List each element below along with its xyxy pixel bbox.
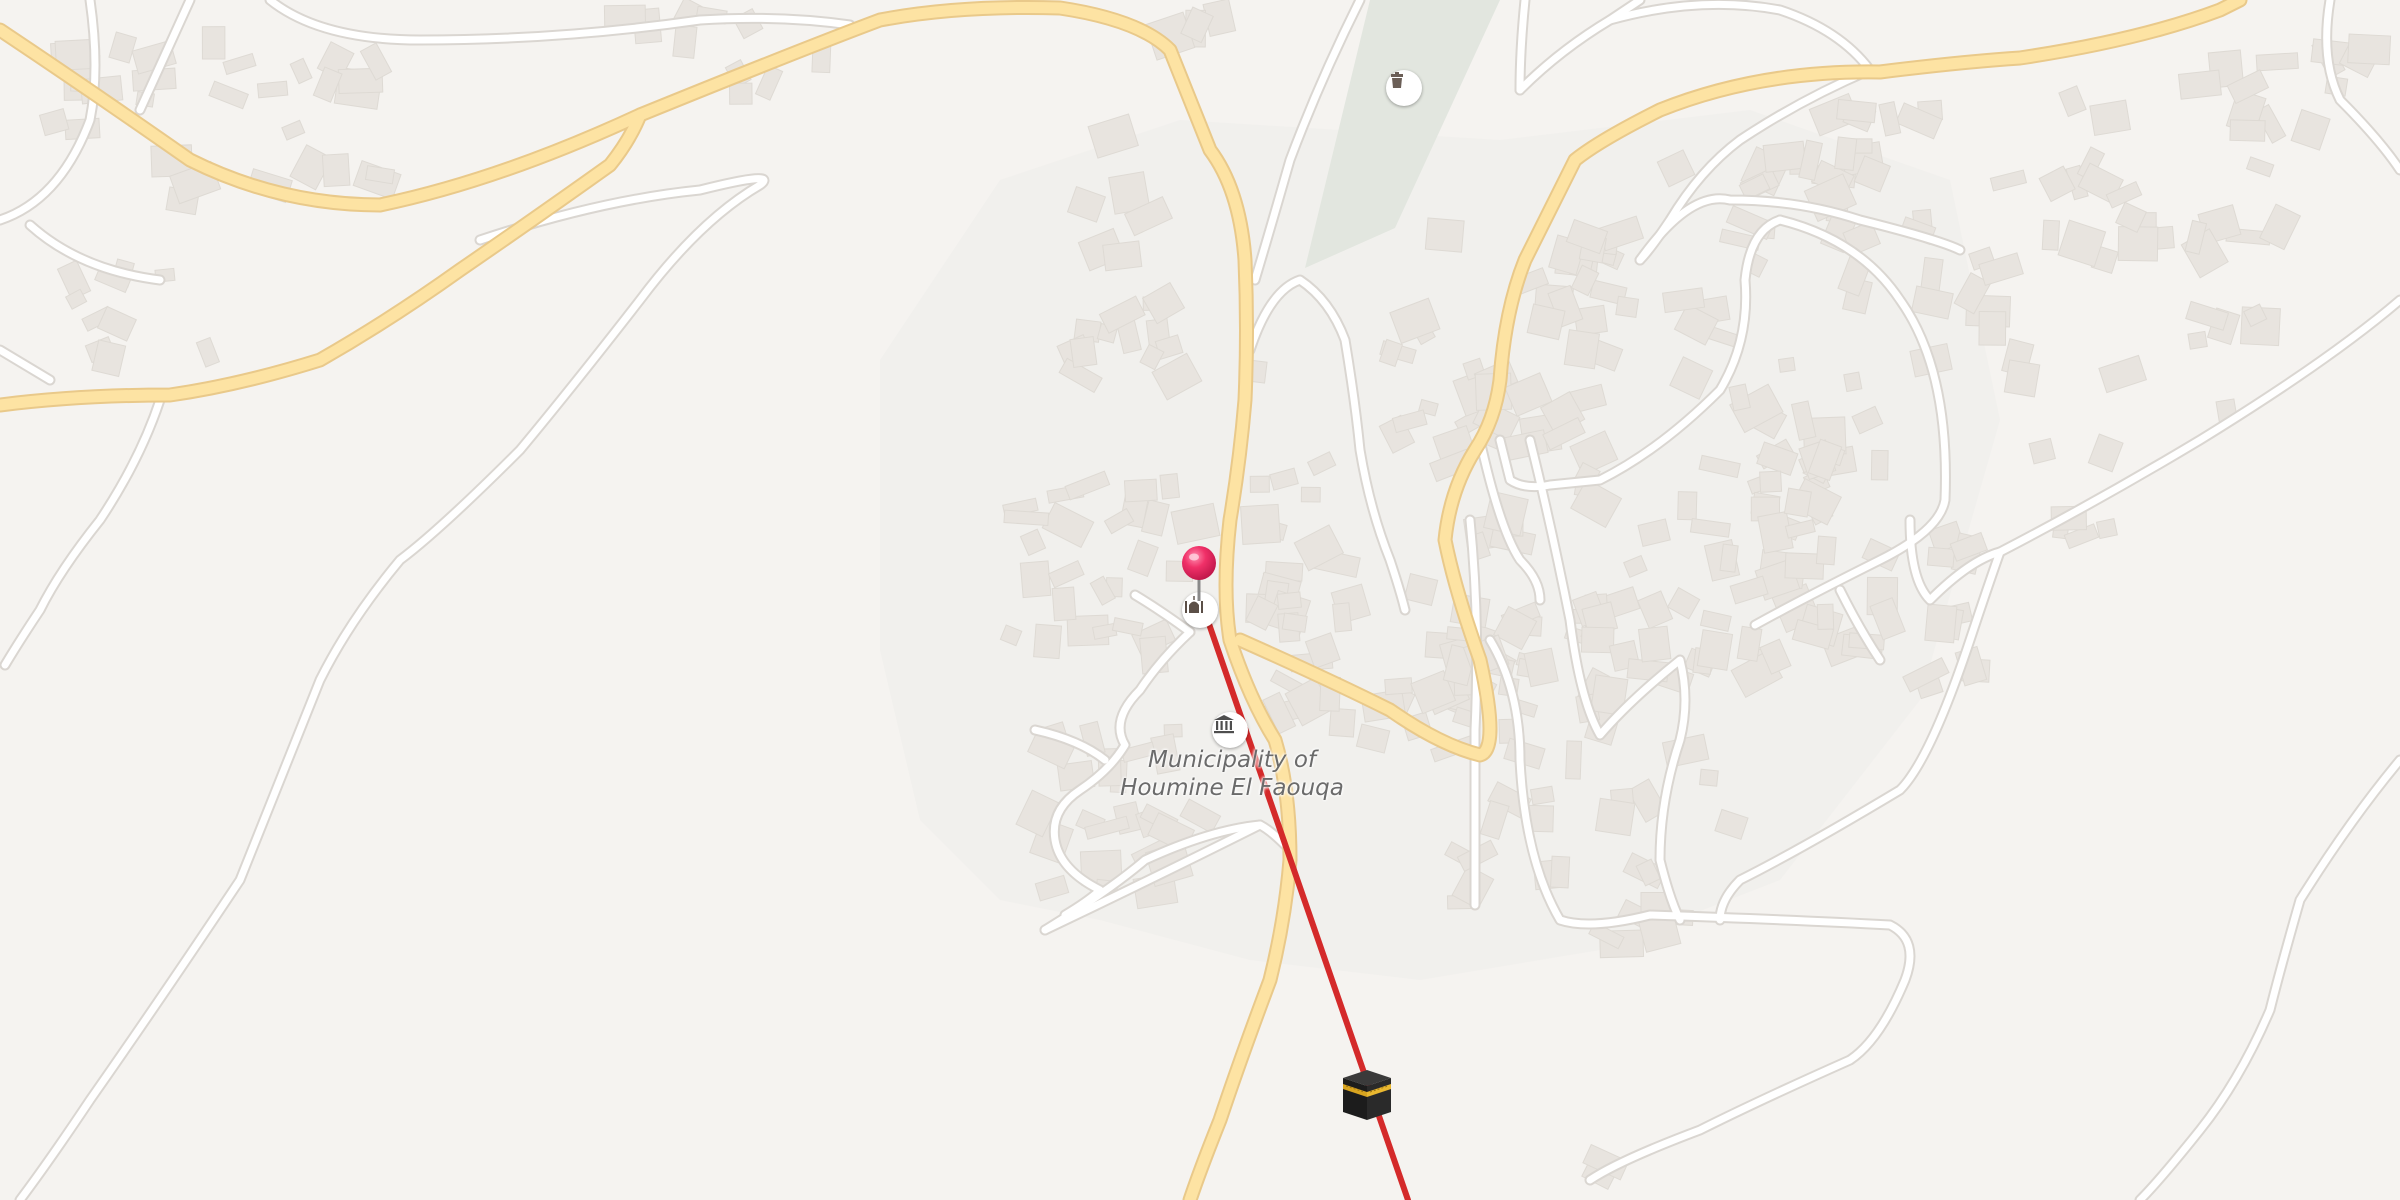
building <box>1069 335 1098 369</box>
building <box>2041 219 2061 251</box>
building <box>1843 371 1863 393</box>
building <box>2098 354 2148 394</box>
building <box>2187 330 2208 350</box>
building <box>1123 478 1158 503</box>
building <box>1677 491 1698 521</box>
building <box>1331 602 1353 633</box>
building <box>1159 473 1181 500</box>
building <box>1978 310 2007 346</box>
building <box>1615 295 1640 319</box>
building <box>1240 503 1281 545</box>
building <box>1563 329 1601 370</box>
building <box>1550 855 1571 889</box>
municipality-label-line1: Municipality of <box>1147 747 1316 773</box>
building <box>1424 217 1465 253</box>
building <box>256 80 289 99</box>
building <box>1637 625 1672 663</box>
building <box>2089 99 2132 137</box>
building <box>2028 437 2056 465</box>
building <box>1920 256 1944 292</box>
building <box>1926 546 1956 568</box>
building <box>1594 797 1636 837</box>
building <box>108 31 138 64</box>
red-location-pin-icon <box>1182 546 1216 601</box>
building <box>2003 359 2041 398</box>
building <box>1834 136 1858 172</box>
building <box>1696 629 1734 671</box>
building <box>1870 449 1889 481</box>
building <box>1102 240 1143 272</box>
building <box>2058 85 2087 118</box>
town-hall-icon <box>1214 715 1234 734</box>
map-canvas[interactable]: Municipality of Houmine El Faouqa <box>0 0 2400 1200</box>
building <box>1699 768 1719 787</box>
kaaba-icon <box>1343 1070 1391 1120</box>
building <box>2087 433 2124 473</box>
cemetery-poi[interactable] <box>1386 70 1422 106</box>
building <box>1815 535 1837 566</box>
building <box>201 26 226 60</box>
building <box>2095 517 2118 540</box>
building <box>2229 119 2266 142</box>
building <box>1384 677 1413 696</box>
municipality-label: Municipality of Houmine El Faouqa <box>1116 746 1348 802</box>
building <box>1989 169 2028 192</box>
building <box>672 24 698 59</box>
building <box>1878 101 1902 137</box>
building <box>2255 52 2299 72</box>
building <box>1003 509 1050 527</box>
building <box>2245 156 2275 178</box>
building <box>2177 69 2222 100</box>
building <box>38 108 70 137</box>
building <box>195 336 221 368</box>
building <box>2185 300 2230 331</box>
building <box>1783 487 1812 518</box>
building <box>1051 586 1077 622</box>
building <box>2347 33 2392 66</box>
building <box>1529 785 1555 806</box>
building <box>1281 612 1308 633</box>
building <box>1565 740 1583 780</box>
building <box>1836 98 1877 124</box>
building <box>1777 356 1796 373</box>
building <box>1276 591 1302 611</box>
building <box>208 80 250 110</box>
building <box>1019 560 1052 599</box>
building <box>1736 625 1763 662</box>
building <box>321 153 351 188</box>
building <box>1249 475 1270 493</box>
building <box>729 82 753 105</box>
building <box>1816 603 1835 630</box>
municipality-label-line2: Houmine El Faouqa <box>1120 775 1344 801</box>
building <box>2117 226 2159 262</box>
building <box>1580 626 1615 654</box>
building <box>2290 108 2331 151</box>
building <box>1762 140 1807 173</box>
building <box>1033 623 1063 660</box>
building <box>222 52 257 76</box>
building <box>1759 470 1783 493</box>
town-hall-poi[interactable] <box>1212 712 1248 748</box>
building <box>281 119 306 141</box>
building <box>1300 486 1321 503</box>
building <box>289 57 313 85</box>
building <box>1719 543 1739 573</box>
building <box>1328 707 1356 738</box>
building <box>1924 603 1958 644</box>
cemetery-icon <box>1391 72 1403 88</box>
